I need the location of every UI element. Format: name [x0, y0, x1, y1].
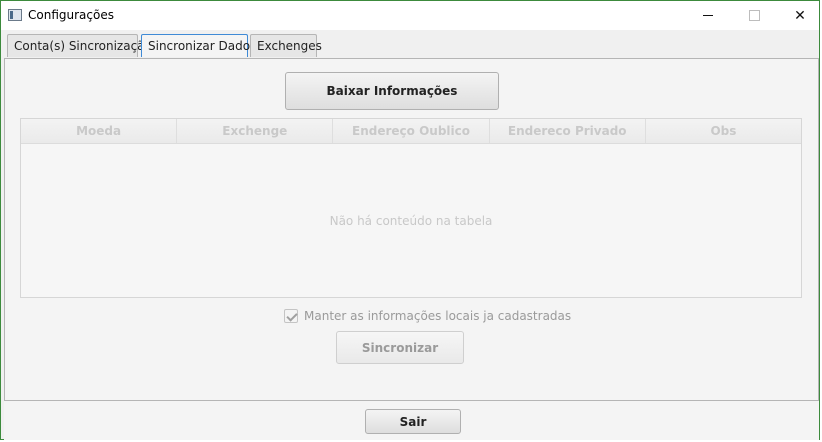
column-header-exchenge[interactable]: Exchenge: [177, 119, 334, 143]
keep-local-info-option[interactable]: Manter as informações locais ja cadastra…: [284, 307, 571, 325]
column-header-obs[interactable]: Obs: [646, 119, 801, 143]
table-header: Moeda Exchenge Endereço Oublico Endereco…: [21, 119, 801, 144]
column-header-endereco-publico[interactable]: Endereço Oublico: [333, 119, 490, 143]
exit-button[interactable]: Sair: [365, 409, 461, 434]
table-empty-message: Não há conteúdo na tabela: [329, 214, 493, 228]
tab-exchenges[interactable]: Exchenges: [250, 34, 322, 57]
close-icon: ✕: [794, 7, 806, 24]
download-info-button[interactable]: Baixar Informações: [285, 72, 499, 110]
tab-bar: Conta(s) Sincronização Sincronizar Dados…: [5, 34, 815, 58]
maximize-icon: [748, 10, 760, 21]
minimize-button[interactable]: [685, 1, 731, 30]
title-bar[interactable]: Configurações ✕: [1, 1, 819, 30]
column-header-endereco-privado[interactable]: Endereco Privado: [490, 119, 646, 143]
sync-button[interactable]: Sincronizar: [336, 331, 464, 364]
data-table[interactable]: Moeda Exchenge Endereço Oublico Endereco…: [20, 118, 802, 298]
keep-local-checkbox[interactable]: [284, 309, 298, 323]
settings-window: Configurações ✕ Conta(s) Sincronização S…: [0, 0, 820, 440]
maximize-button[interactable]: [731, 1, 777, 30]
app-window-icon: [8, 9, 22, 21]
tab-sincronizar-dados[interactable]: Sincronizar Dados: [141, 34, 256, 57]
minimize-icon: [703, 15, 713, 16]
close-button[interactable]: ✕: [777, 1, 822, 30]
window-title: Configurações: [28, 8, 114, 22]
column-header-moeda[interactable]: Moeda: [21, 119, 178, 143]
tab-conta-sincronizacao[interactable]: Conta(s) Sincronização: [7, 34, 152, 57]
keep-local-label: Manter as informações locais ja cadastra…: [304, 309, 572, 323]
